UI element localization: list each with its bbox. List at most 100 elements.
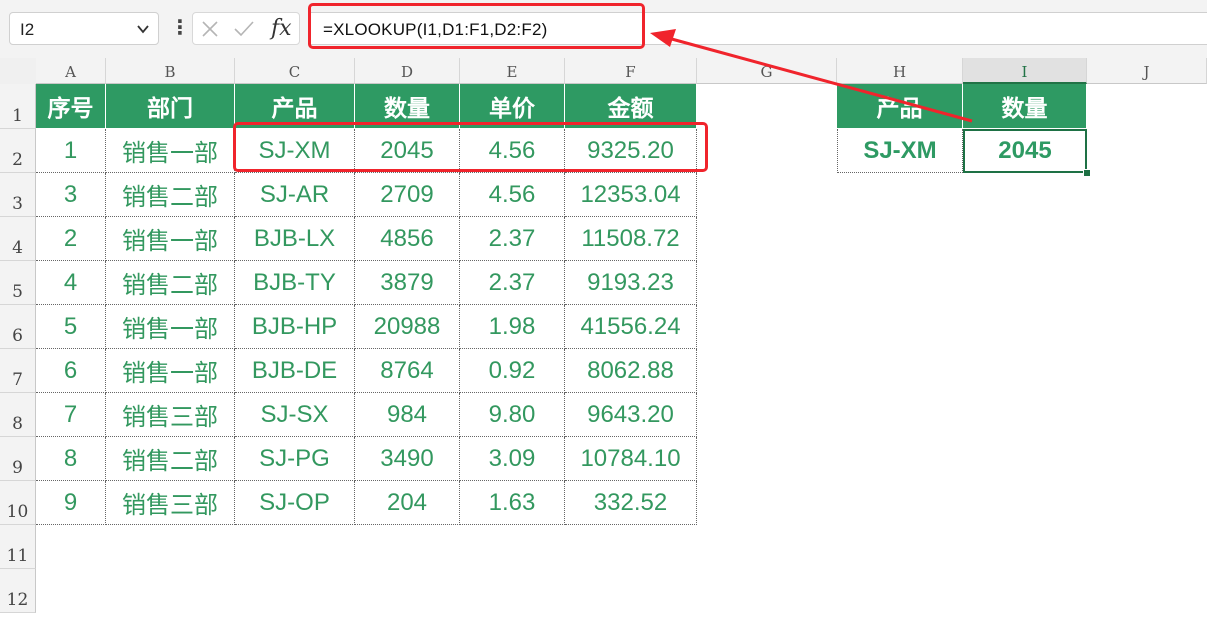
table-cell[interactable]: 984 [355, 393, 460, 437]
row-number: 10 [6, 502, 29, 522]
fill-handle[interactable] [1083, 169, 1091, 177]
table-cell[interactable]: 41556.24 [565, 305, 697, 349]
fx-icon[interactable]: fx [271, 16, 292, 41]
column-header-h[interactable]: H [837, 58, 963, 84]
chevron-down-icon[interactable] [136, 22, 150, 36]
enter-check-icon[interactable] [233, 20, 255, 38]
table-cell[interactable]: 6 [36, 349, 106, 393]
table-cell[interactable]: 销售二部 [106, 173, 235, 217]
table-cell[interactable]: 2 [36, 217, 106, 261]
table-cell[interactable]: 2.37 [460, 261, 565, 305]
column-header-c[interactable]: C [235, 58, 355, 84]
lookup-result-cell[interactable]: 2045 [963, 129, 1087, 173]
table-cell[interactable]: 10784.10 [565, 437, 697, 481]
row-header-6[interactable]: 6 [0, 305, 36, 349]
table-cell[interactable]: 5 [36, 305, 106, 349]
name-box[interactable]: I2 [9, 12, 159, 45]
column-header-d[interactable]: D [355, 58, 460, 84]
table-cell[interactable]: BJB-TY [235, 261, 355, 305]
table-cell[interactable]: 20988 [355, 305, 460, 349]
table-cell[interactable]: 8062.88 [565, 349, 697, 393]
row-number: 12 [6, 590, 29, 610]
table-cell[interactable]: 8 [36, 437, 106, 481]
cancel-icon[interactable] [201, 20, 219, 38]
row-header-1[interactable]: 1 [0, 84, 36, 129]
table-cell[interactable]: 销售二部 [106, 437, 235, 481]
table-header-cell[interactable]: 序号 [36, 84, 106, 129]
row-header-3[interactable]: 3 [0, 173, 36, 217]
table-cell[interactable]: 2709 [355, 173, 460, 217]
table-cell[interactable]: 销售二部 [106, 261, 235, 305]
row-number: 6 [12, 326, 23, 346]
table-cell[interactable]: SJ-SX [235, 393, 355, 437]
formula-tools: fx [192, 12, 300, 45]
table-cell[interactable]: 4.56 [460, 173, 565, 217]
row-number: 9 [12, 458, 23, 478]
table-cell[interactable]: 9.80 [460, 393, 565, 437]
table-cell[interactable]: 9643.20 [565, 393, 697, 437]
row-header-9[interactable]: 9 [0, 437, 36, 481]
lookup-product-cell[interactable]: SJ-XM [837, 129, 963, 173]
row-header-11[interactable]: 11 [0, 525, 36, 569]
row-highlight-box [233, 122, 708, 172]
table-cell[interactable]: BJB-HP [235, 305, 355, 349]
table-cell[interactable]: BJB-LX [235, 217, 355, 261]
row-header-2[interactable]: 2 [0, 129, 36, 173]
table-cell[interactable]: 3.09 [460, 437, 565, 481]
table-cell[interactable]: 0.92 [460, 349, 565, 393]
table-cell[interactable]: 9193.23 [565, 261, 697, 305]
table-cell[interactable]: 销售一部 [106, 305, 235, 349]
table-cell[interactable]: 销售三部 [106, 393, 235, 437]
table-cell[interactable]: 7 [36, 393, 106, 437]
table-cell[interactable]: 3490 [355, 437, 460, 481]
column-header-f[interactable]: F [565, 58, 697, 84]
table-cell[interactable]: 销售一部 [106, 349, 235, 393]
table-cell[interactable]: 3879 [355, 261, 460, 305]
column-header-b[interactable]: B [106, 58, 235, 84]
table-cell[interactable]: SJ-OP [235, 481, 355, 525]
row-number: 11 [6, 546, 29, 566]
table-cell[interactable]: SJ-PG [235, 437, 355, 481]
row-header-12[interactable]: 12 [0, 569, 36, 613]
more-dots-icon[interactable]: ⋮ [170, 13, 190, 43]
table-cell[interactable]: 12353.04 [565, 173, 697, 217]
table-cell[interactable]: 1 [36, 129, 106, 173]
table-cell[interactable]: 4 [36, 261, 106, 305]
row-number: 8 [12, 414, 23, 434]
table-cell[interactable]: 1.63 [460, 481, 565, 525]
table-cell[interactable]: SJ-AR [235, 173, 355, 217]
table-cell[interactable]: 销售一部 [106, 129, 235, 173]
table-cell[interactable]: 销售三部 [106, 481, 235, 525]
table-cell[interactable]: 4856 [355, 217, 460, 261]
table-cell[interactable]: 332.52 [565, 481, 697, 525]
name-box-value: I2 [20, 20, 35, 39]
table-header-cell[interactable]: 部门 [106, 84, 235, 129]
table-cell[interactable]: 8764 [355, 349, 460, 393]
row-number: 7 [12, 370, 23, 390]
table-cell[interactable]: 销售一部 [106, 217, 235, 261]
table-cell[interactable]: BJB-DE [235, 349, 355, 393]
row-header-8[interactable]: 8 [0, 393, 36, 437]
lookup-header-quantity[interactable]: 数量 [963, 84, 1087, 129]
row-number: 4 [12, 238, 23, 258]
row-header-10[interactable]: 10 [0, 481, 36, 525]
column-header-a[interactable]: A [36, 58, 106, 84]
table-cell[interactable]: 2.37 [460, 217, 565, 261]
table-cell[interactable]: 9 [36, 481, 106, 525]
lookup-header-product[interactable]: 产品 [837, 84, 963, 129]
select-all-corner[interactable] [0, 58, 37, 85]
table-cell[interactable]: 11508.72 [565, 217, 697, 261]
row-header-4[interactable]: 4 [0, 217, 36, 261]
row-number: 1 [12, 106, 23, 126]
table-cell[interactable]: 3 [36, 173, 106, 217]
row-header-7[interactable]: 7 [0, 349, 36, 393]
column-header-j[interactable]: J [1087, 58, 1207, 84]
column-header-g[interactable]: G [697, 58, 837, 84]
row-header-5[interactable]: 5 [0, 261, 36, 305]
table-cell[interactable]: 204 [355, 481, 460, 525]
column-header-i[interactable]: I [963, 58, 1087, 84]
column-header-e[interactable]: E [460, 58, 565, 84]
table-cell[interactable]: 1.98 [460, 305, 565, 349]
row-number: 3 [12, 194, 23, 214]
formula-highlight-box [308, 3, 645, 49]
